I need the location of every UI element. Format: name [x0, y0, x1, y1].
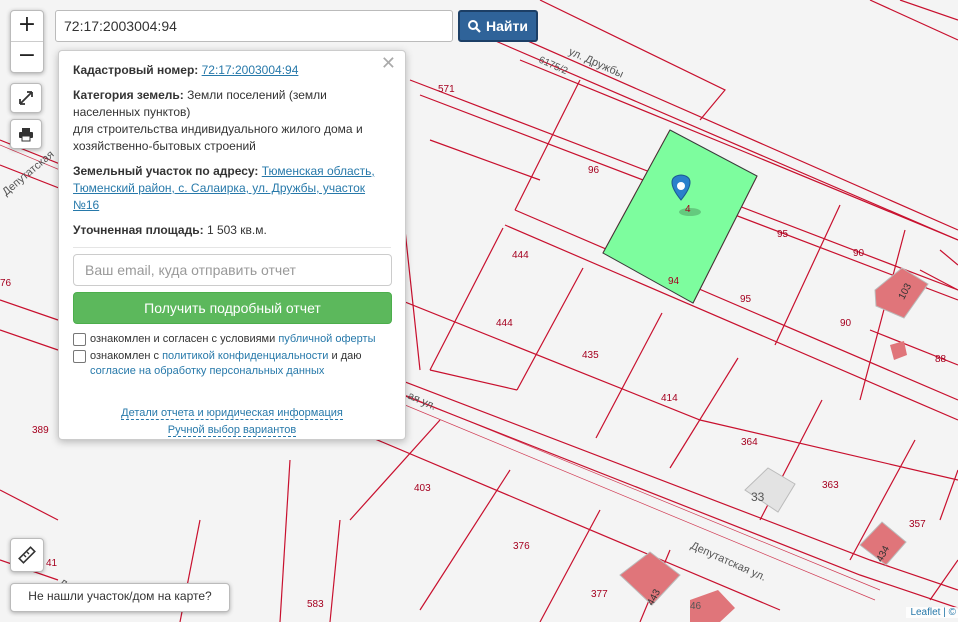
privacy-checkbox-row: ознакомлен с политикой конфиденциальност…	[73, 349, 391, 379]
parcel-label: 96	[588, 165, 600, 176]
ruler-icon	[18, 546, 36, 564]
privacy-policy-link[interactable]: политикой конфиденциальности	[162, 350, 328, 362]
email-input[interactable]: Ваш email, куда отправить отчет	[73, 254, 392, 286]
privacy-checkbox-text: ознакомлен с	[90, 350, 163, 362]
address-label: Земельный участок по адресу:	[73, 164, 259, 178]
parcel-label: 94	[668, 276, 680, 287]
not-found-button[interactable]: Не нашли участок/дом на карте?	[10, 583, 230, 612]
fullscreen-button[interactable]	[10, 83, 42, 113]
cad-number-link[interactable]: 72:17:2003004:94	[202, 63, 299, 77]
expand-icon	[19, 91, 33, 105]
close-icon[interactable]: ✕	[381, 54, 396, 72]
cad-number-label: Кадастровый номер:	[73, 63, 199, 77]
divider	[73, 247, 391, 248]
report-details-link[interactable]: Детали отчета и юридическая информация	[121, 407, 343, 420]
zoom-control: + −	[10, 10, 44, 73]
parcel-label: 571	[438, 84, 455, 95]
privacy-checkbox[interactable]	[73, 350, 86, 363]
ruler-button[interactable]	[10, 538, 44, 572]
land-purpose: для строительства индивидуального жилого…	[73, 122, 363, 153]
offer-checkbox[interactable]	[73, 333, 86, 346]
parcel-label: 444	[496, 318, 513, 329]
personal-data-consent-link[interactable]: согласие на обработку персональных данны…	[90, 365, 324, 377]
offer-checkbox-row: ознакомлен и согласен с условиями публич…	[73, 332, 391, 347]
parcel-label: 4	[685, 204, 691, 215]
manual-select-link[interactable]: Ручной выбор вариантов	[167, 424, 297, 437]
parcel-label: 95	[740, 294, 752, 305]
parcel-label: 95	[777, 229, 789, 240]
print-button[interactable]	[10, 119, 42, 149]
find-button[interactable]: Найти	[458, 10, 538, 42]
offer-checkbox-text: ознакомлен и согласен с условиями	[90, 333, 279, 345]
parcel-label: 363	[822, 480, 839, 491]
attribution: Leaflet | ©	[906, 607, 958, 618]
public-offer-link[interactable]: публичной оферты	[278, 333, 375, 345]
parcel-label: 376	[513, 541, 530, 552]
parcel-label: 414	[661, 393, 678, 404]
area-value: 1 503 кв.м.	[206, 223, 267, 237]
privacy-checkbox-text-2: и даю	[328, 350, 362, 362]
parcel-label: 435	[582, 350, 599, 361]
parcel-label: 76	[0, 278, 12, 289]
parcel-label: 90	[840, 318, 852, 329]
parcel-label: 583	[307, 599, 324, 610]
get-report-button[interactable]: Получить подробный отчет	[73, 292, 392, 324]
leaflet-link[interactable]: Leaflet	[910, 607, 940, 618]
parcel-label: 357	[909, 519, 926, 530]
parcel-label: 33	[751, 490, 765, 504]
parcel-info-popup: ✕ Кадастровый номер: 72:17:2003004:94 Ка…	[58, 50, 406, 440]
search-icon	[468, 19, 481, 33]
parcel-label: 364	[741, 437, 758, 448]
find-button-label: Найти	[486, 18, 528, 34]
parcel-label: 41	[46, 558, 58, 569]
area-label: Уточненная площадь:	[73, 223, 204, 237]
parcel-label: 403	[414, 483, 431, 494]
parcel-label: 46	[690, 601, 702, 612]
parcel-label: 90	[853, 248, 865, 259]
printer-icon	[19, 127, 33, 141]
zoom-out-button[interactable]: −	[11, 41, 43, 72]
search-input[interactable]: 72:17:2003004:94	[55, 10, 453, 42]
parcel-label: 389	[32, 425, 49, 436]
zoom-in-button[interactable]: +	[11, 11, 43, 41]
parcel-label: 377	[591, 589, 608, 600]
popup-footer-links: Детали отчета и юридическая информация Р…	[73, 405, 391, 439]
land-category-label: Категория земель:	[73, 88, 184, 102]
parcel-label: 444	[512, 250, 529, 261]
parcel-label: 88	[935, 354, 947, 365]
